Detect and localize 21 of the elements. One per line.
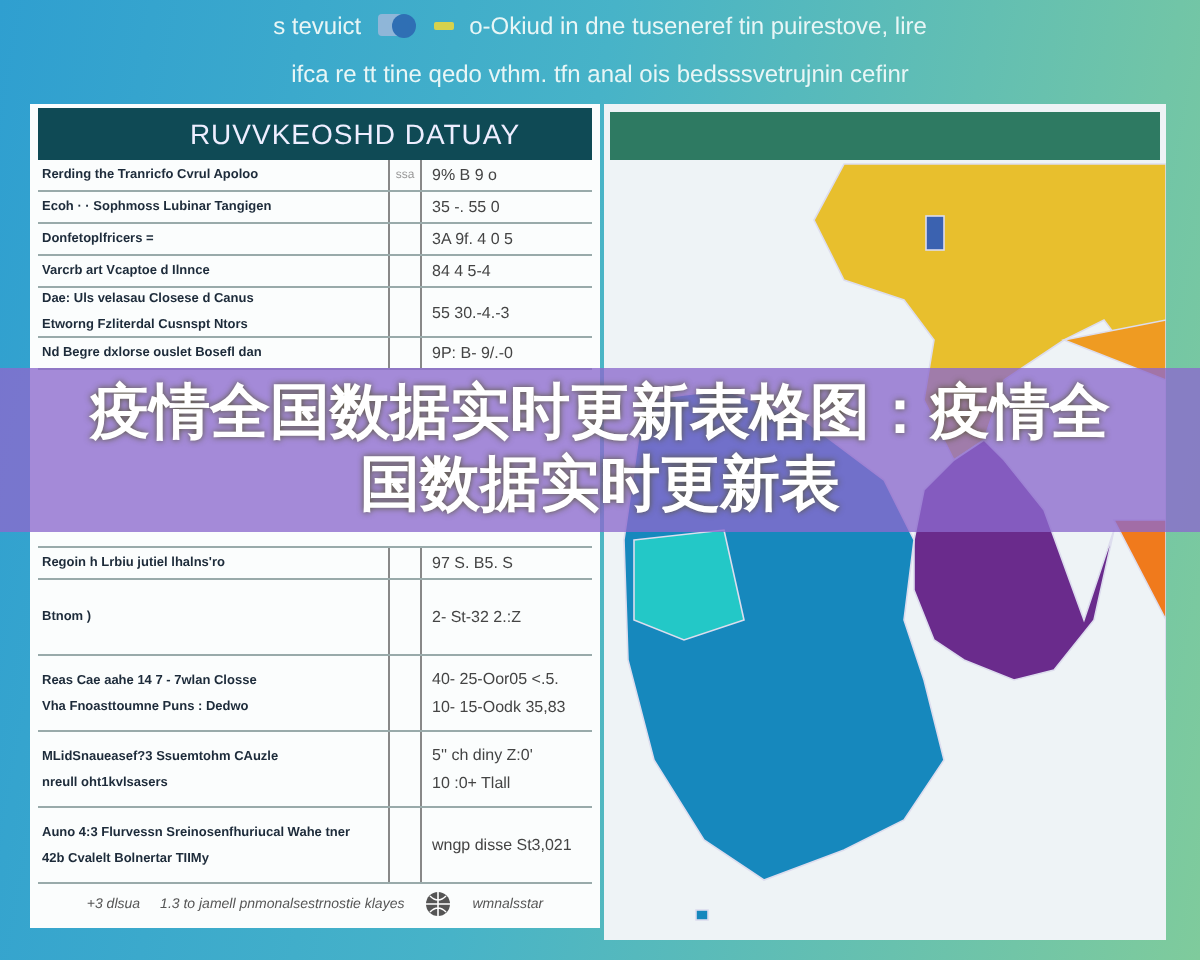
row-value: 10- 15-Oodk 35,83 — [432, 698, 568, 716]
row-value: 55 30.-4.-3 — [432, 303, 512, 321]
title-banner-text: 疫情全国数据实时更新表格图：疫情全国数据实时更新表 — [87, 378, 1112, 522]
header-text: s tevuict — [273, 12, 362, 40]
row-value: 5'' ch diny Z:0' — [432, 746, 535, 764]
globe-icon — [424, 890, 453, 918]
row-value: 10 :0+ Tlall — [432, 774, 513, 792]
row-value: 84 4 5-4 — [432, 262, 493, 280]
header-text: o-Okiud in dne tuseneref tin puirestove, lire — [469, 12, 927, 40]
dash-icon — [433, 20, 454, 32]
row-value: 9P: B- 9/.-0 — [432, 344, 515, 362]
row-value: wngp disse St3,021 — [432, 836, 574, 854]
row-value: 40- 25-Oor05 <.5. — [432, 670, 561, 688]
row-value: 9% B 9 o — [432, 166, 499, 184]
table-header: RUVVKEOSHD DATUAY — [38, 108, 592, 160]
chat-icon — [377, 12, 418, 40]
row-value: 97 S. B5. S — [432, 554, 515, 572]
header-text: ifca re tt tine qedo vthm. tfn anal ois bedsssvetrujnin cefinr — [291, 60, 909, 88]
row-value: 35 -. 55 0 — [432, 198, 502, 216]
row-value: 2- St-32 2.:Z — [432, 608, 523, 626]
row-value: 3A 9f. 4 0 5 — [432, 230, 515, 248]
